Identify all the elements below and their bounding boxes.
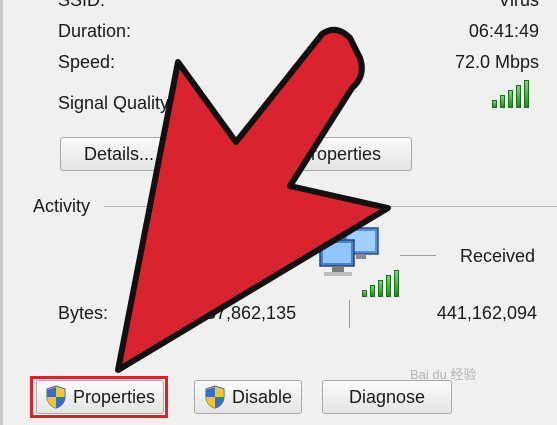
disable-button[interactable]: Disable (194, 380, 302, 414)
details-button[interactable]: Details... (60, 137, 178, 171)
properties-highlight-box (30, 376, 168, 418)
activity-signal-icon (362, 270, 399, 297)
diagnose-button-label: Diagnose (348, 386, 426, 407)
received-label: Received (459, 246, 535, 266)
ssid-value: Virus (498, 0, 539, 10)
duration-label: Duration: (58, 21, 132, 41)
activity-separator (349, 300, 350, 328)
signal-strength-icon (492, 80, 529, 108)
bytes-received-value: 441,162,094 (436, 303, 537, 323)
speed-value: 72.0 Mbps (454, 52, 539, 72)
wireless-properties-button[interactable]: Properties (262, 137, 412, 171)
activity-section-title: Activity (33, 196, 91, 216)
bytes-label: Bytes: (58, 303, 109, 323)
diagnose-button[interactable]: Diagnose (322, 380, 452, 414)
received-connector-line (400, 255, 436, 256)
speed-label: Speed: (58, 52, 116, 72)
watermark-text: Bai du 经验 (410, 367, 477, 382)
bytes-sent-value: 37,862,135 (206, 303, 297, 323)
window-left-border (0, 0, 3, 425)
duration-value: 06:41:49 (468, 21, 539, 41)
ssid-label: SSID: (58, 0, 106, 10)
signal-quality-label: Signal Quality (58, 93, 170, 113)
uac-shield-icon (205, 385, 225, 409)
disable-button-label: Disable (231, 386, 293, 407)
details-button-label: Details... (83, 143, 155, 164)
activity-divider (104, 206, 557, 207)
wireless-properties-button-label: Properties (298, 143, 381, 164)
